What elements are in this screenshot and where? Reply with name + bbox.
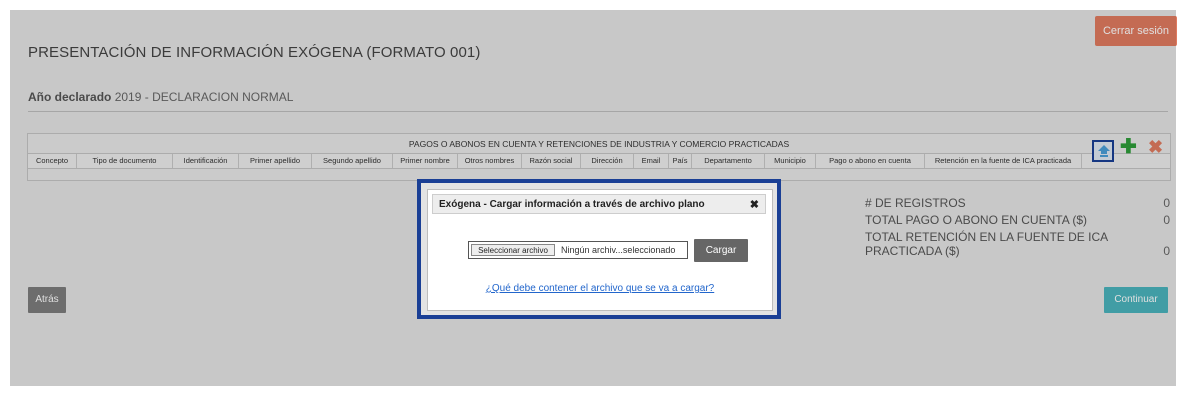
- upload-dialog: Exógena - Cargar información a través de…: [427, 189, 773, 311]
- dialog-header: Exógena - Cargar información a través de…: [432, 194, 766, 214]
- select-file-button[interactable]: Seleccionar archivo: [471, 244, 555, 256]
- close-icon[interactable]: ✖: [750, 195, 759, 215]
- upload-dialog-highlight: Exógena - Cargar información a través de…: [417, 179, 781, 319]
- file-status: Ningún archiv...seleccionado: [561, 245, 676, 255]
- file-input[interactable]: Seleccionar archivo Ningún archiv...sele…: [468, 241, 688, 259]
- load-button[interactable]: Cargar: [694, 239, 748, 262]
- dialog-title: Exógena - Cargar información a través de…: [439, 199, 705, 210]
- help-link[interactable]: ¿Qué debe contener el archivo que se va …: [428, 283, 772, 294]
